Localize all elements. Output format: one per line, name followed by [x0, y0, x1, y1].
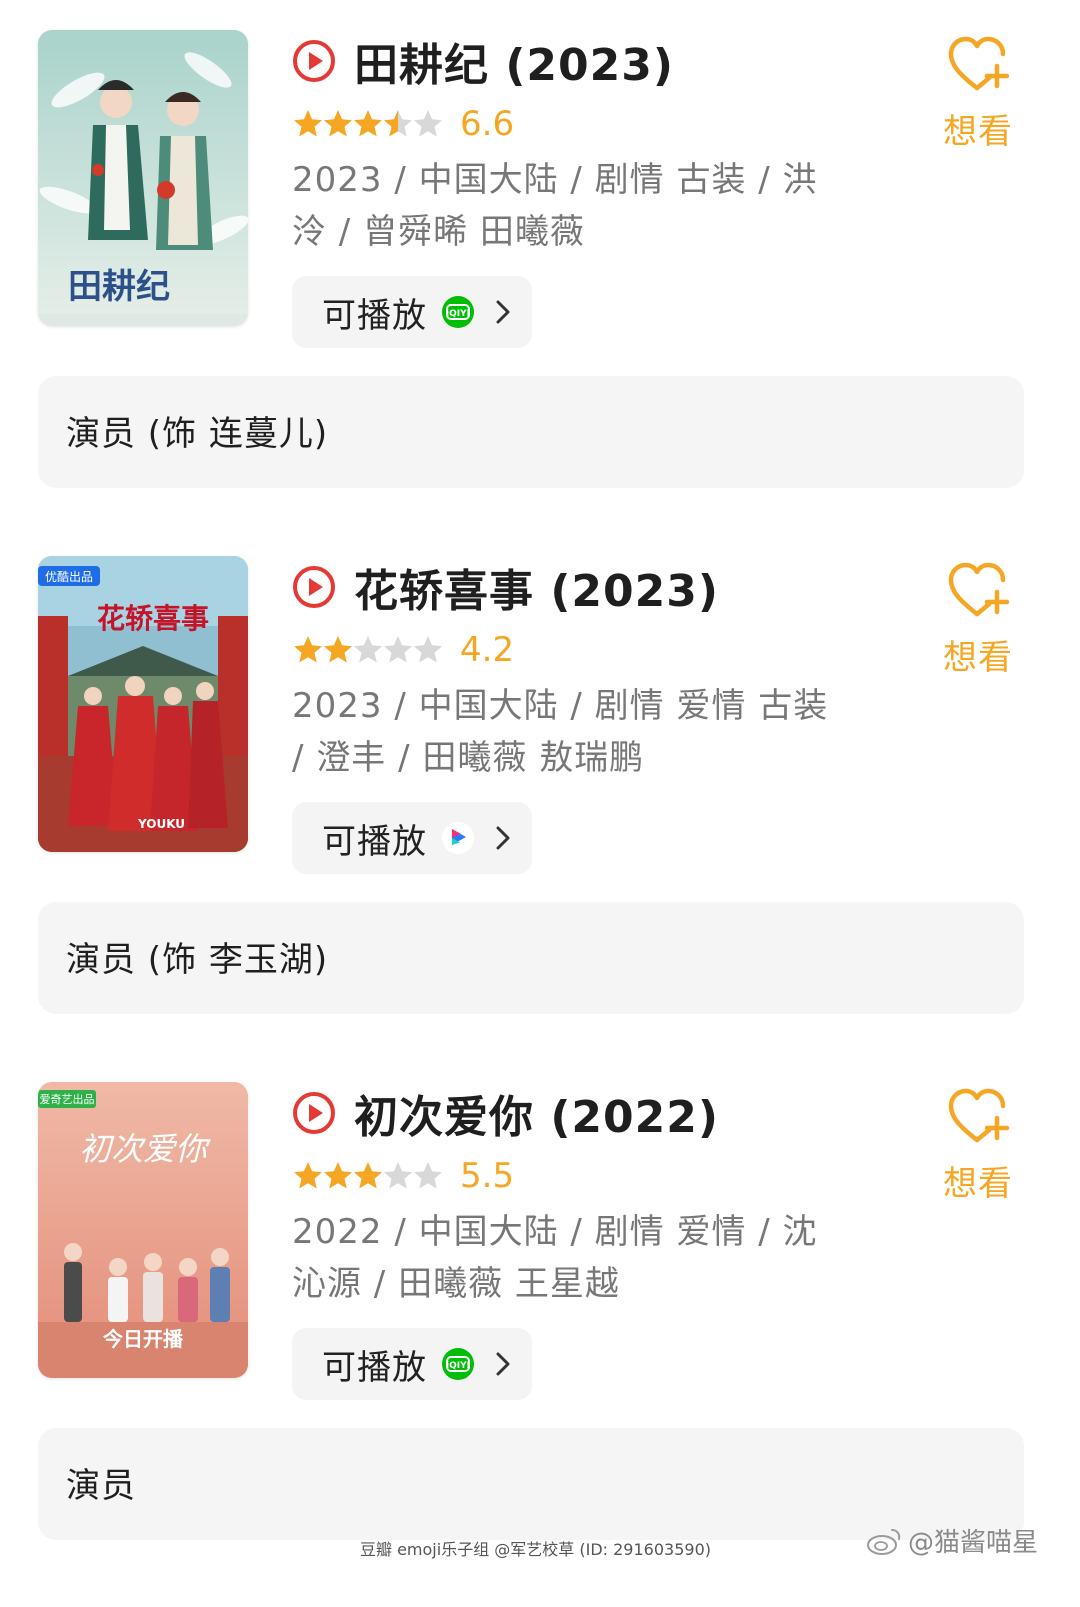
title-row[interactable]: 花轿喜事 (2023)	[292, 556, 912, 618]
star-icon	[414, 636, 442, 663]
poster-tagline: 今日开播	[103, 1327, 184, 1351]
watermark-text: @猫酱喵星	[908, 1528, 1039, 1558]
star-icon	[384, 1162, 412, 1189]
svg-text:iQIYI: iQIYI	[446, 1361, 470, 1371]
want-to-watch-button[interactable]: 想看	[938, 30, 1018, 153]
movie-title[interactable]: 花轿喜事 (2023)	[354, 555, 719, 619]
cast-bar[interactable]: 演员 (饰 连蔓儿)	[38, 376, 1024, 488]
cast-bar[interactable]: 演员 (饰 李玉湖)	[38, 902, 1024, 1014]
star-icon	[294, 110, 322, 137]
want-to-watch-label: 想看	[943, 638, 1013, 678]
star-icon	[354, 636, 382, 663]
star-icon	[324, 636, 352, 663]
cast-label: 演员 (饰 李玉湖)	[66, 940, 329, 980]
movie-meta: 2023 / 中国大陆 / 剧情 古装 / 洪泠 / 曾舜晞 田曦薇	[292, 160, 818, 252]
want-to-watch-label: 想看	[943, 1164, 1013, 1204]
rating-score: 6.6	[460, 104, 515, 144]
heart-plus-icon	[948, 1088, 1010, 1143]
iqiyi-icon: iQIYI	[442, 1348, 474, 1380]
rating-score: 4.2	[460, 630, 515, 670]
cast-label: 演员	[66, 1466, 136, 1506]
star-rating	[292, 108, 442, 140]
play-icon[interactable]	[292, 39, 336, 83]
rating-row: 6.6	[292, 96, 912, 152]
movie-title[interactable]: 田耕纪 (2023)	[354, 29, 674, 93]
heart-plus-icon	[948, 562, 1010, 617]
svg-text:iQIYI: iQIYI	[446, 309, 470, 319]
movie-title[interactable]: 初次爱你 (2022)	[354, 1081, 719, 1145]
movie-info: 初次爱你 (2022) 5.5 2022 / 中国大陆 / 剧情 爱情 / 沈沁…	[292, 1082, 912, 1400]
movie-poster[interactable]: 优酷出品 花轿喜事 YOUKU	[38, 556, 248, 852]
movie-info: 花轿喜事 (2023) 4.2 2023 / 中国大陆 / 剧情 爱情 古装 /…	[292, 556, 912, 874]
star-icon	[354, 1162, 382, 1189]
star-icon	[294, 636, 322, 663]
movie-info: 田耕纪 (2023) 6.6 2023 / 中国大陆 / 剧情 古装 / 洪泠 …	[292, 30, 912, 348]
want-to-watch-button[interactable]: 想看	[938, 1082, 1018, 1205]
playable-label: 可播放	[322, 1347, 427, 1388]
playable-label: 可播放	[322, 821, 427, 862]
footer-credit: 豆瓣 emoji乐子组 @军艺校草 (ID: 291603590)	[360, 1540, 711, 1559]
movie-entry: 优酷出品 花轿喜事 YOUKU 花轿喜事 (2023) 4.2 2023 / 中…	[0, 556, 1080, 1081]
rating-row: 5.5	[292, 1148, 912, 1204]
weibo-icon	[867, 1528, 901, 1555]
play-icon[interactable]	[292, 565, 336, 609]
rating-score: 5.5	[460, 1156, 515, 1196]
star-icon	[384, 636, 412, 663]
play-icon[interactable]	[292, 1091, 336, 1135]
star-icon	[324, 1162, 352, 1189]
movie-poster[interactable]: 田耕纪	[38, 30, 248, 326]
chevron-right-icon	[496, 1352, 510, 1376]
playable-button[interactable]: 可播放 iQIYI	[292, 1328, 532, 1400]
poster-title: 田耕纪	[68, 267, 170, 307]
poster-title: 花轿喜事	[97, 602, 209, 635]
weibo-watermark: @猫酱喵星	[866, 1522, 1038, 1559]
poster-title: 初次爱你	[79, 1130, 211, 1168]
star-icon	[414, 1162, 442, 1189]
iqiyi-icon: iQIYI	[442, 296, 474, 328]
playable-label: 可播放	[322, 295, 427, 336]
want-to-watch-label: 想看	[943, 112, 1013, 152]
star-icon	[414, 110, 442, 137]
movie-meta: 2022 / 中国大陆 / 剧情 爱情 / 沈沁源 / 田曦薇 王星越	[292, 1212, 818, 1304]
movie-poster[interactable]: 爱奇艺出品 初次爱你 今日开播	[38, 1082, 248, 1378]
star-icon	[354, 110, 382, 137]
title-row[interactable]: 初次爱你 (2022)	[292, 1082, 912, 1144]
star-rating	[292, 1160, 442, 1192]
title-row[interactable]: 田耕纪 (2023)	[292, 30, 912, 92]
movie-meta: 2023 / 中国大陆 / 剧情 爱情 古装 / 澄丰 / 田曦薇 敖瑞鹏	[292, 686, 829, 778]
star-icon	[384, 110, 412, 137]
rating-row: 4.2	[292, 622, 912, 678]
playable-button[interactable]: 可播放 iQIYI	[292, 276, 532, 348]
chevron-right-icon	[496, 826, 510, 850]
cast-label: 演员 (饰 连蔓儿)	[66, 414, 329, 454]
poster-badge: 爱奇艺出品	[40, 1092, 95, 1106]
movie-entry: 田耕纪 田耕纪 (2023) 6.6 2023 / 中国大陆 / 剧情 古装 /…	[0, 30, 1080, 555]
want-to-watch-button[interactable]: 想看	[938, 556, 1018, 679]
youku-icon	[442, 822, 474, 854]
chevron-right-icon	[496, 300, 510, 324]
star-icon	[294, 1162, 322, 1189]
playable-button[interactable]: 可播放	[292, 802, 532, 874]
heart-plus-icon	[948, 36, 1010, 91]
star-icon	[324, 110, 352, 137]
poster-brand: YOUKU	[137, 817, 185, 831]
poster-badge: 优酷出品	[45, 570, 93, 584]
star-rating	[292, 634, 442, 666]
